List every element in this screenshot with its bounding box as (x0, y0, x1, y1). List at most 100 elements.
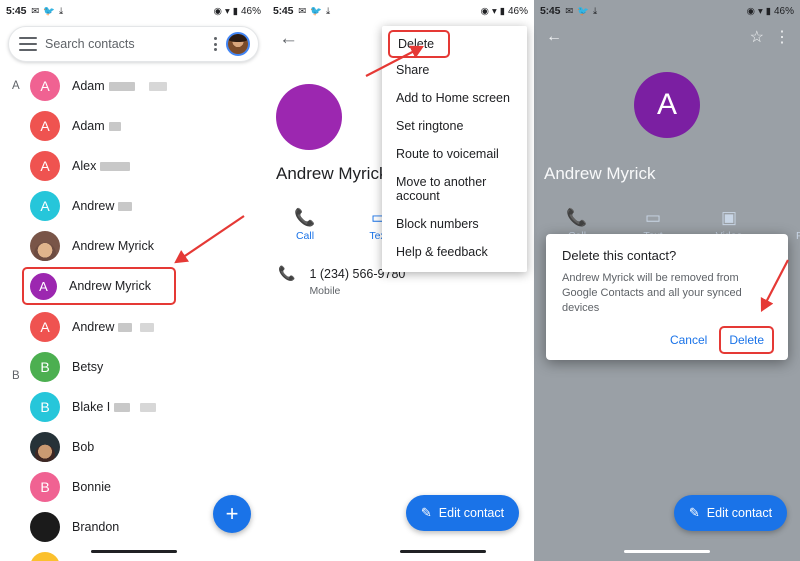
action-label: Call (295, 230, 315, 242)
status-right-icons: ◉ ▾ ▮ 46% (747, 6, 794, 17)
phone-type: Mobile (309, 285, 341, 297)
contact-name: Betsy (72, 360, 104, 374)
visibility-icon: ◉ (746, 5, 755, 17)
phone-icon: 📞 (566, 208, 588, 227)
visibility-icon: ◉ (480, 5, 489, 17)
status-right-icons: ◉ ▾ ▮ 46% (214, 6, 261, 17)
list-item[interactable]: Andrew Myrick (0, 226, 267, 266)
contact-name: Brandon (72, 520, 120, 534)
overflow-menu: Delete Share Add to Home screen Set ring… (382, 26, 527, 272)
contact-avatar: A (30, 272, 57, 300)
menu-item-help-and-feedback[interactable]: Help & feedback (382, 238, 527, 266)
message-icon: ✉ (31, 5, 40, 17)
status-bar: 5:45 ✉ 🐦 ⤓ ◉ ▾ ▮ 46% (534, 0, 800, 22)
list-item[interactable]: B Blake I (0, 387, 267, 427)
redacted-block (140, 402, 157, 412)
menu-item-route-to-voicemail[interactable]: Route to voicemail (382, 140, 527, 168)
video-icon: ▣ (720, 208, 738, 227)
contact-name: Blake I (72, 400, 111, 414)
navigation-pill (90, 550, 177, 553)
dialog-actions: Cancel Delete (562, 325, 774, 354)
status-left-icons: ✉ 🐦 ⤓ (298, 6, 330, 17)
download-icon: ⤓ (326, 5, 331, 17)
contact-avatar: A (30, 312, 60, 342)
status-time: 5:45 (6, 5, 27, 17)
battery-percent: 46% (507, 5, 528, 17)
dialog-message: Andrew Myrick will be removed from Googl… (562, 272, 742, 314)
contact-name: Bonnie (72, 480, 111, 494)
menu-item-delete[interactable]: Delete (388, 30, 450, 58)
menu-item-block-numbers[interactable]: Block numbers (382, 210, 527, 238)
contact-name-heading: Andrew Myrick (276, 164, 388, 183)
pencil-icon: ✎ (420, 505, 432, 520)
contact-avatar: A (30, 71, 60, 101)
redacted-block (108, 81, 135, 91)
contact-avatar: A (30, 151, 60, 181)
download-icon: ⤓ (59, 5, 64, 17)
add-contact-fab[interactable]: + (213, 495, 251, 533)
signal-icon: ▮ (765, 5, 771, 17)
list-item[interactable]: A Andrew (0, 307, 267, 347)
list-item[interactable]: Bob (0, 427, 267, 467)
signal-icon: ▮ (232, 5, 238, 17)
twitter-icon: 🐦 (577, 5, 590, 17)
call-action[interactable]: 📞 Call (282, 208, 328, 242)
contact-name: Adam (72, 119, 105, 133)
star-outline-icon[interactable]: ☆ (750, 27, 764, 47)
avatar[interactable] (226, 32, 250, 56)
menu-item-share[interactable]: Share (382, 56, 527, 84)
list-item[interactable]: B Betsy (0, 347, 267, 387)
list-item[interactable]: A Adam (0, 106, 267, 146)
contact-avatar-large (276, 84, 342, 150)
delete-confirm-button[interactable]: Delete (719, 325, 774, 354)
contact-name-heading: Andrew Myrick (544, 164, 656, 183)
contact-name: Adam (72, 79, 105, 93)
edit-contact-button[interactable]: ✎ Edit contact (406, 495, 519, 531)
screenshot-stage: 5:45 ✉ 🐦 ⤓ ◉ ▾ ▮ 46% Search contacts A A… (0, 0, 800, 561)
back-arrow-icon[interactable]: ← (279, 28, 298, 50)
status-bar: 5:45 ✉ 🐦 ⤓ ◉ ▾ ▮ 46% (0, 0, 267, 22)
contact-name: Alex (72, 159, 97, 173)
search-contacts-bar[interactable]: Search contacts (8, 26, 259, 62)
phone-screen-contacts-list: 5:45 ✉ 🐦 ⤓ ◉ ▾ ▮ 46% Search contacts A A… (0, 0, 267, 561)
contact-avatar: B (30, 552, 60, 561)
contact-name: Andrew (72, 320, 115, 334)
menu-item-move-to-another-account[interactable]: Move to another account (382, 168, 527, 210)
hamburger-icon[interactable] (19, 37, 37, 51)
status-left-icons: ✉ 🐦 ⤓ (565, 6, 597, 17)
list-item[interactable]: A Adam (0, 66, 267, 106)
kebab-menu-icon[interactable]: ⋮ (774, 27, 790, 47)
delete-contact-dialog: Delete this contact? Andrew Myrick will … (546, 234, 788, 360)
twitter-icon: 🐦 (310, 5, 323, 17)
menu-item-add-to-home-screen[interactable]: Add to Home screen (382, 84, 527, 112)
cancel-button[interactable]: Cancel (662, 328, 715, 352)
contact-name: Andrew Myrick (72, 239, 154, 253)
message-icon: ✉ (298, 5, 307, 17)
contact-avatar: A (30, 191, 60, 221)
search-input[interactable]: Search contacts (45, 37, 208, 51)
wifi-icon: ▾ (224, 5, 230, 17)
menu-item-set-ringtone[interactable]: Set ringtone (382, 112, 527, 140)
contact-avatar: B (30, 352, 60, 382)
contact-avatar: B (30, 472, 60, 502)
list-item[interactable]: A Alex (0, 146, 267, 186)
back-arrow-icon[interactable]: ← (546, 28, 562, 46)
twitter-icon: 🐦 (43, 5, 56, 17)
redacted-block (140, 322, 155, 332)
pencil-icon: ✎ (688, 505, 700, 520)
status-time: 5:45 (540, 5, 561, 17)
edit-contact-label: Edit contact (438, 506, 505, 520)
list-item[interactable]: A Andrew (0, 186, 267, 226)
contact-name: Andrew Myrick (69, 279, 151, 293)
visibility-icon: ◉ (213, 5, 222, 17)
contact-photo (30, 231, 60, 261)
contact-photo (30, 512, 60, 542)
redacted-block (108, 121, 121, 131)
edit-contact-label: Edit contact (706, 506, 773, 520)
kebab-menu-icon[interactable] (208, 37, 222, 51)
message-icon: ✉ (565, 5, 574, 17)
edit-contact-button[interactable]: ✎ Edit contact (674, 495, 787, 531)
list-item-andrew-myrick-selected[interactable]: A Andrew Myrick (22, 267, 176, 305)
money-icon: $ (782, 208, 800, 228)
message-icon: ▭ (644, 208, 662, 227)
